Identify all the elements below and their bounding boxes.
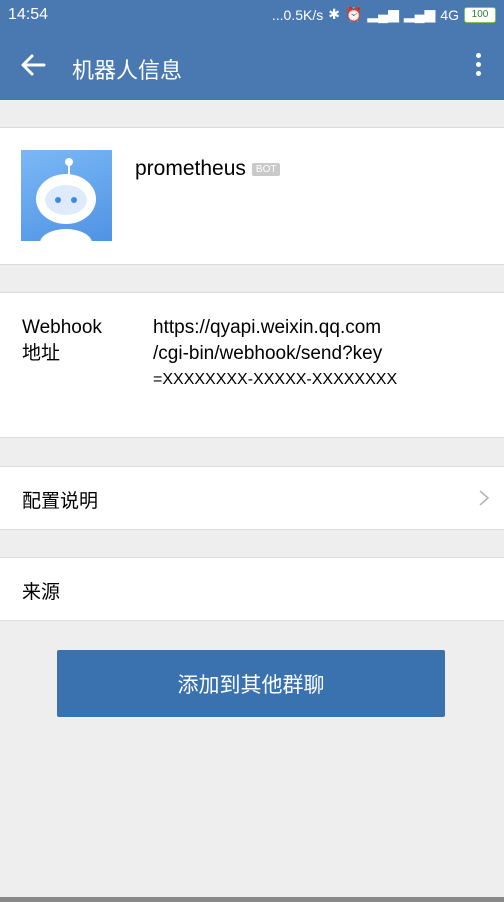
bot-name: prometheus: [135, 157, 246, 180]
webhook-label-line2: 地址: [22, 343, 61, 364]
signal-icon-2: ▂▄▆: [403, 6, 436, 22]
bot-profile-card: prometheus BOT: [0, 127, 504, 265]
alarm-icon: ⏰: [344, 6, 363, 22]
add-to-other-group-button[interactable]: 添加到其他群聊: [57, 650, 445, 717]
signal-icon: ▂▄▆: [367, 6, 399, 22]
webhook-url[interactable]: https://qyapi.weixin.qq.com /cgi-bin/web…: [153, 315, 453, 393]
arrow-left-icon[interactable]: [18, 50, 48, 80]
bottom-edge: [0, 897, 504, 902]
webhook-label-line1: Webhook: [22, 317, 102, 338]
webhook-url-line1: https://qyapi.weixin.qq.com: [153, 317, 382, 338]
source-label: 来源: [22, 582, 61, 603]
battery-icon: 100: [464, 6, 496, 23]
webhook-url-line2: /cgi-bin/webhook/send?key: [153, 343, 383, 364]
status-time: 14:54: [8, 6, 49, 23]
source-row[interactable]: 来源: [0, 557, 504, 621]
network-type: 4G: [440, 6, 459, 23]
chevron-right-icon: [479, 490, 490, 506]
bluetooth-icon: ✱: [328, 6, 340, 22]
webhook-url-line3: =XXXXXXXX-XXXXX-XXXXXXXX: [153, 371, 398, 388]
robot-avatar-icon: [21, 150, 112, 241]
network-speed: ...0.5K/s: [271, 6, 324, 23]
webhook-card: Webhook 地址 https://qyapi.weixin.qq.com /…: [0, 292, 504, 438]
webhook-label: Webhook 地址: [22, 315, 132, 367]
more-vertical-icon[interactable]: [474, 50, 482, 80]
config-instructions-row[interactable]: 配置说明: [0, 466, 504, 530]
config-instructions-label: 配置说明: [22, 491, 99, 512]
bot-name-line: prometheus BOT: [135, 157, 281, 181]
app-bar: 机器人信息: [0, 32, 504, 100]
page-title: 机器人信息: [72, 58, 183, 83]
status-icons: ...0.5K/s ✱ ⏰ ▂▄▆ ▂▄▆ 4G 100: [272, 6, 496, 23]
status-bar: 14:54 ...0.5K/s ✱ ⏰ ▂▄▆ ▂▄▆ 4G 100: [0, 0, 504, 32]
bot-badge: BOT: [251, 163, 281, 176]
